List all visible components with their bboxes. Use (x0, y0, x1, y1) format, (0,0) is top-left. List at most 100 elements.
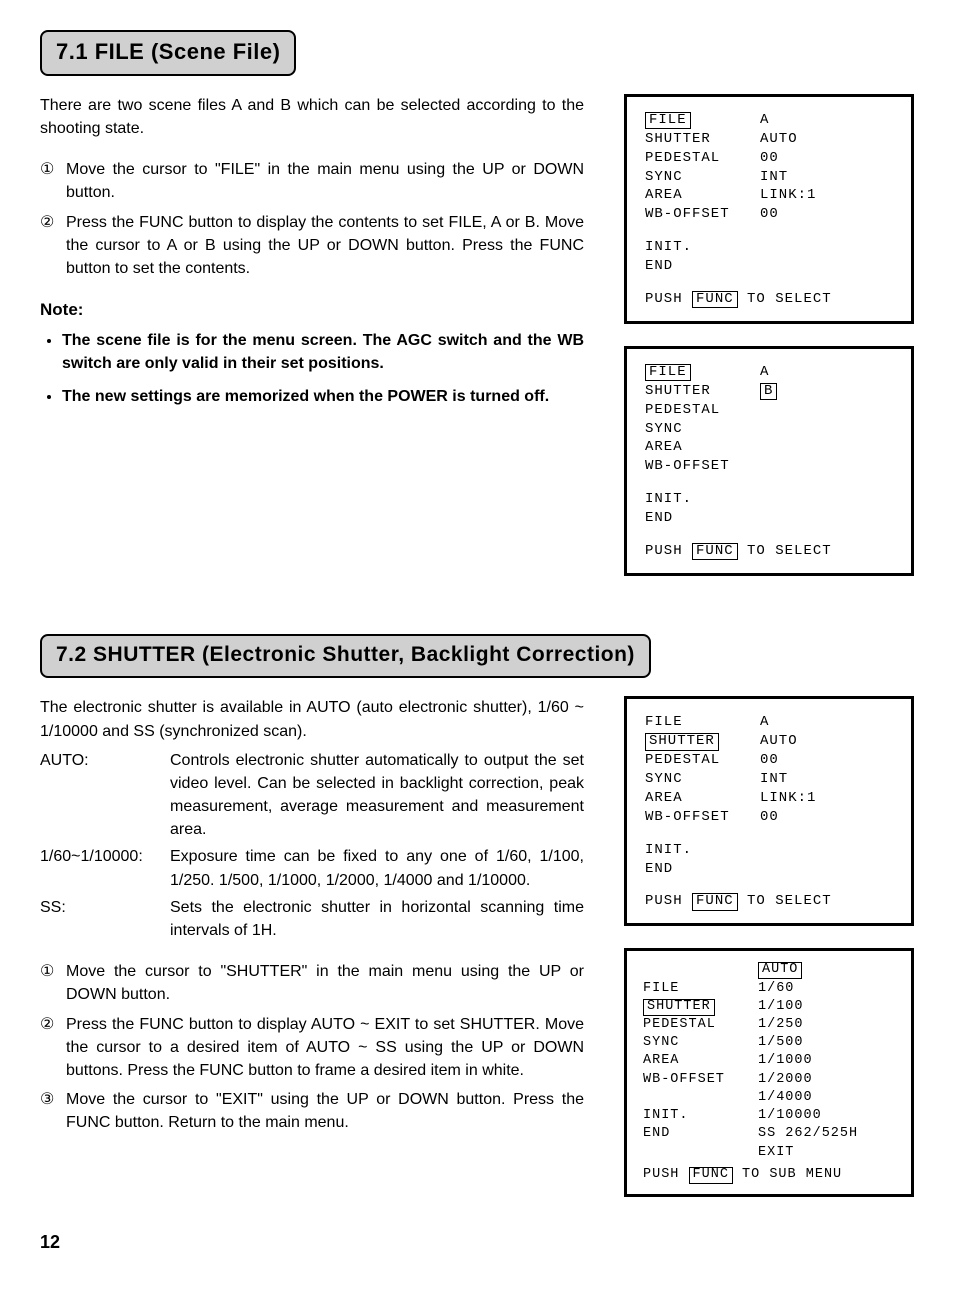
func-button-icon: FUNC (692, 291, 738, 308)
menu-row: FILE A (645, 363, 893, 382)
section-7-2-menus: FILEA SHUTTERAUTO PEDESTAL00 SYNCINT ARE… (624, 696, 914, 1219)
push-pre: PUSH (645, 893, 683, 909)
menu-shutter-main: FILEA SHUTTERAUTO PEDESTAL00 SYNCINT ARE… (624, 696, 914, 926)
menu-row: 1/4000 (643, 1089, 895, 1107)
menu-label: PEDESTAL (645, 751, 760, 770)
def-ss: SS:Sets the electronic shutter in horizo… (40, 896, 584, 942)
menu-shutter-sublist: AUTO FILE1/60 SHUTTER1/100 PEDESTAL1/250… (624, 948, 914, 1197)
menu-label: FILE (643, 980, 758, 998)
def-auto: AUTO:Controls electronic shutter automat… (40, 749, 584, 842)
section-header-7-1: 7.1 FILE (Scene File) (40, 30, 296, 76)
menu-file-select: FILE A SHUTTERB PEDESTAL SYNC AREA WB-OFF… (624, 346, 914, 576)
menu-label-shutter: SHUTTER (643, 999, 715, 1016)
menu-label: PEDESTAL (643, 1016, 758, 1034)
step-2-text: Press the FUNC button to display the con… (66, 214, 584, 277)
menu-value: 1/4000 (758, 1089, 868, 1107)
menu-label: SYNC (645, 770, 760, 789)
menu-row: SYNC (645, 420, 893, 439)
menu-row: WB-OFFSET (645, 457, 893, 476)
menu-value: A (760, 713, 769, 732)
section-7-2-text: The electronic shutter is available in A… (40, 696, 584, 1219)
menu-label-shutter: SHUTTER (645, 733, 719, 750)
section-7-1-steps: ① Move the cursor to "FILE" in the main m… (40, 158, 584, 280)
menu-row: ENDSS 262/525H (643, 1125, 895, 1143)
section-7-2-body: The electronic shutter is available in A… (40, 696, 914, 1219)
menu-row: AREALINK:1 (645, 186, 893, 205)
menu-row: AREA1/1000 (643, 1052, 895, 1070)
def-body: Controls electronic shutter automaticall… (170, 749, 584, 842)
menu-row: WB-OFFSET1/2000 (643, 1071, 895, 1089)
menu-label: SHUTTER (645, 382, 760, 401)
menu-label-file: FILE (645, 364, 691, 381)
menu-row: FILE1/60 (643, 980, 895, 998)
push-pre: PUSH (645, 291, 683, 307)
step-1: ①Move the cursor to "SHUTTER" in the mai… (40, 960, 584, 1006)
menu-tail: END (645, 860, 893, 879)
menu-label: SYNC (645, 420, 760, 439)
push-post: TO SUB MENU (742, 1167, 842, 1182)
func-button-icon: FUNC (692, 543, 738, 560)
note-heading: Note: (40, 298, 584, 323)
menu-row: SYNCINT (645, 770, 893, 789)
menu-label: INIT. (643, 1107, 758, 1125)
menu-row: PEDESTAL00 (645, 149, 893, 168)
section-7-2-steps: ①Move the cursor to "SHUTTER" in the mai… (40, 960, 584, 1134)
def-body: Sets the electronic shutter in horizonta… (170, 896, 584, 942)
menu-label (643, 1089, 758, 1107)
menu-label: FILE (645, 713, 760, 732)
menu-value: A (760, 363, 769, 382)
menu-value-auto: AUTO (758, 962, 802, 979)
menu-row: WB-OFFSET00 (645, 808, 893, 827)
step-3: ③Move the cursor to "EXIT" using the UP … (40, 1088, 584, 1134)
menu-tail: INIT. (645, 238, 893, 257)
def-term: AUTO: (40, 749, 170, 842)
menu-label: AREA (643, 1052, 758, 1070)
menu-row: FILEA (645, 713, 893, 732)
push-pre: PUSH (643, 1167, 679, 1182)
menu-value: 00 (760, 205, 779, 224)
menu-row: PEDESTAL1/250 (643, 1016, 895, 1034)
menu-value: LINK:1 (760, 186, 816, 205)
menu-tail: END (645, 257, 893, 276)
push-pre: PUSH (645, 543, 683, 559)
def-term: SS: (40, 896, 170, 942)
circled-1-icon: ① (40, 158, 54, 181)
menu-row: PEDESTAL00 (645, 751, 893, 770)
menu-label: AREA (645, 438, 760, 457)
menu-value: 1/250 (758, 1016, 868, 1034)
menu-row: FILEA (645, 111, 893, 130)
section-header-7-2: 7.2 SHUTTER (Electronic Shutter, Backlig… (40, 634, 651, 678)
menu-value: LINK:1 (760, 789, 816, 808)
push-post: TO SELECT (747, 893, 832, 909)
definitions: AUTO:Controls electronic shutter automat… (40, 749, 584, 943)
menu-value: 00 (760, 149, 779, 168)
menu-label: AREA (645, 186, 760, 205)
menu-label: WB-OFFSET (645, 205, 760, 224)
note-1: The scene file is for the menu screen. T… (62, 329, 584, 375)
menu-label: END (643, 1125, 758, 1143)
menu-row: PEDESTAL (645, 401, 893, 420)
def-range: 1/60~1/10000:Exposure time can be fixed … (40, 845, 584, 891)
push-line: PUSH FUNC TO SELECT (645, 290, 893, 309)
note-list: The scene file is for the menu screen. T… (40, 329, 584, 409)
menu-value: INT (760, 168, 788, 187)
note-2: The new settings are memorized when the … (62, 385, 584, 408)
section-7-1-text: There are two scene files A and B which … (40, 94, 584, 598)
menu-value: 00 (760, 808, 779, 827)
menu-value: 1/10000 (758, 1107, 868, 1125)
section-7-1-menus: FILEA SHUTTERAUTO PEDESTAL00 SYNCINT ARE… (624, 94, 914, 598)
menu-label (643, 961, 758, 979)
step-2: ②Press the FUNC button to display the co… (40, 211, 584, 281)
menu-row: AREA (645, 438, 893, 457)
step-1-text: Move the cursor to "FILE" in the main me… (66, 161, 584, 201)
menu-value: 1/60 (758, 980, 868, 998)
menu-row: SHUTTERB (645, 382, 893, 401)
menu-value-b: B (760, 383, 777, 400)
menu-value: AUTO (760, 130, 798, 149)
menu-file-a: FILEA SHUTTERAUTO PEDESTAL00 SYNCINT ARE… (624, 94, 914, 324)
menu-row: EXIT (643, 1144, 895, 1162)
menu-label-file: FILE (645, 112, 691, 129)
menu-row: SHUTTER1/100 (643, 998, 895, 1016)
menu-label: WB-OFFSET (645, 457, 760, 476)
push-line: PUSH FUNC TO SELECT (645, 892, 893, 911)
